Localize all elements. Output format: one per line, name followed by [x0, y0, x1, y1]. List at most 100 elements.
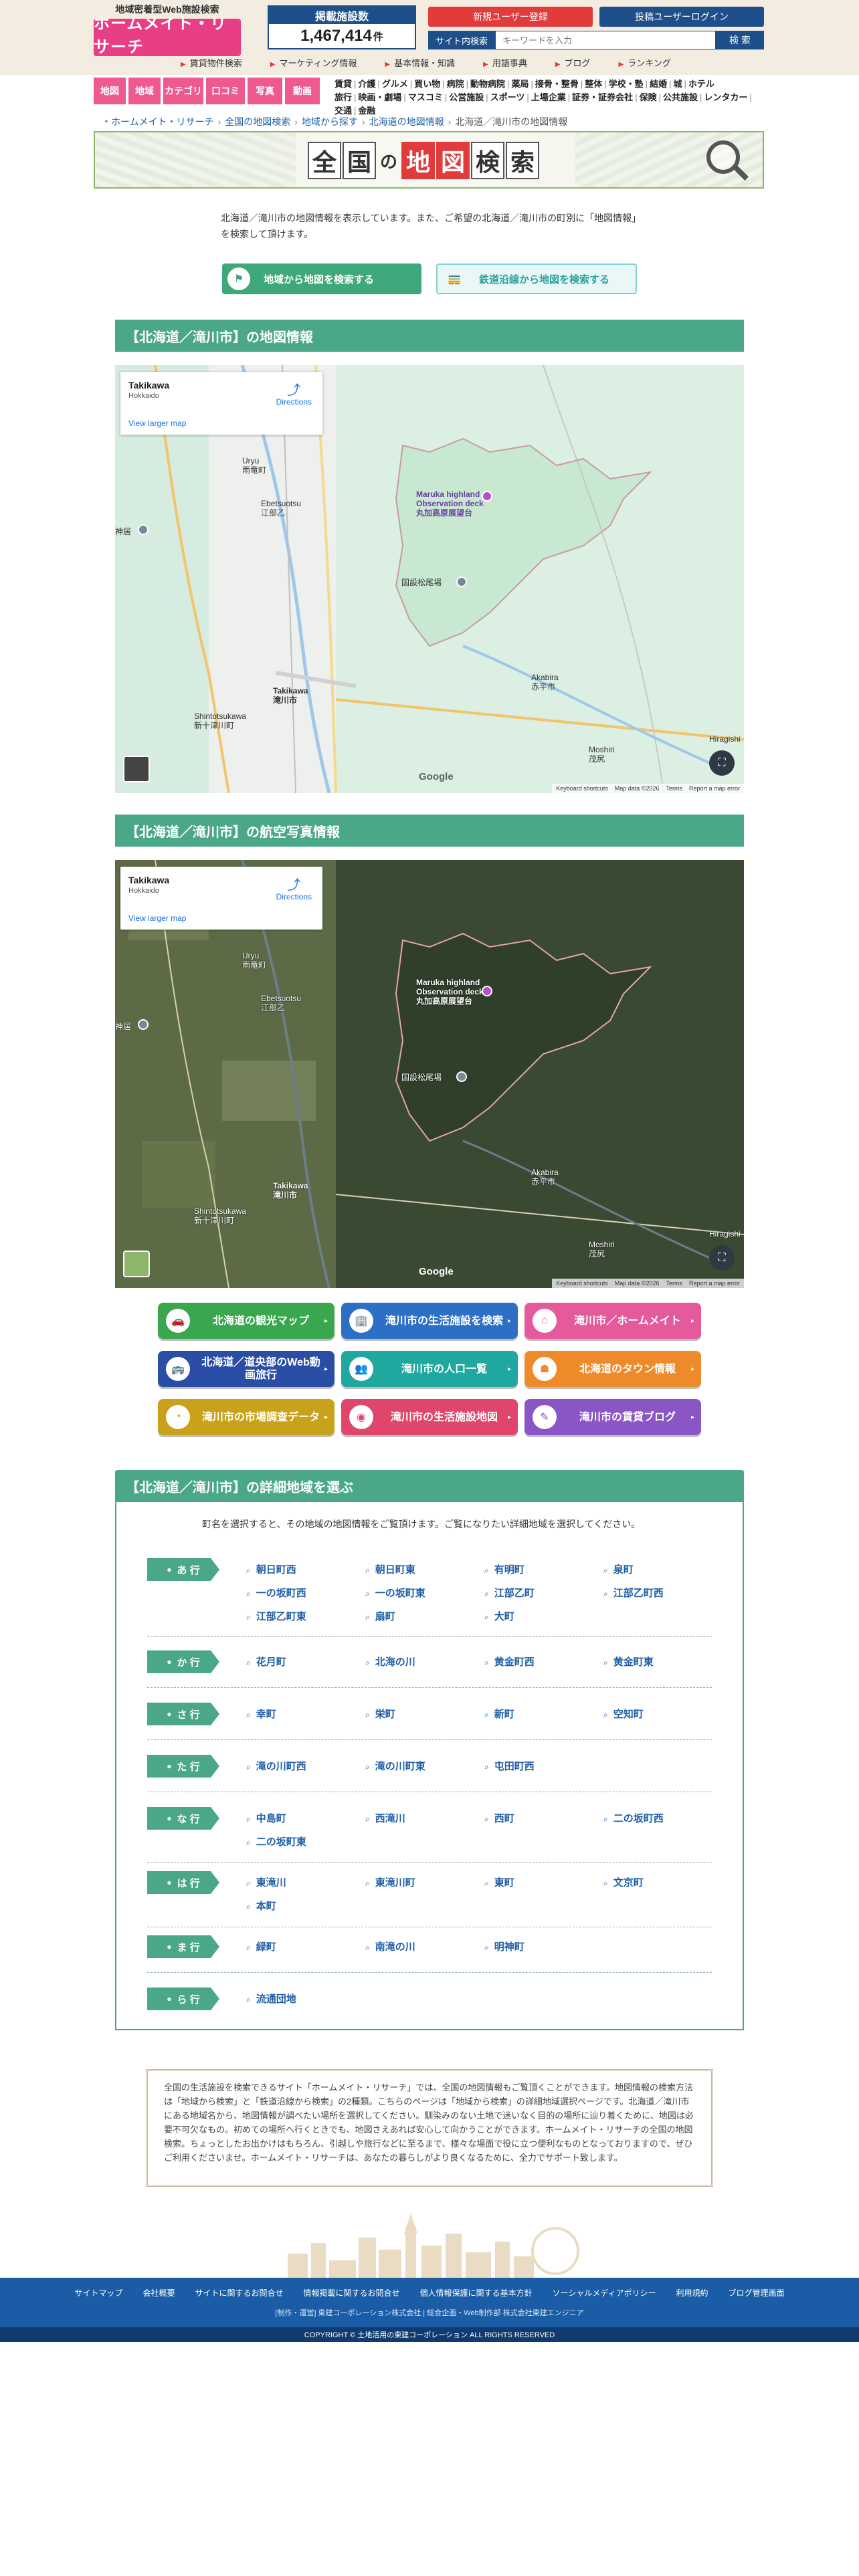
district-link[interactable]: ⌕ 南滝の川 [365, 1939, 484, 1953]
footer-link-sitemap[interactable]: サイトマップ [74, 2287, 122, 2298]
category-link[interactable]: 整体 [585, 78, 602, 91]
district-link[interactable]: ⌕ 朝日町東 [365, 1562, 484, 1576]
category-link[interactable]: 介護 [358, 78, 375, 91]
tab-videos[interactable]: 動画 [285, 78, 320, 104]
feature-rental-blog-button[interactable]: ✎ 滝川市の賃貸ブログ ▸ [524, 1399, 701, 1435]
district-link[interactable]: ⌕ 花月町 [246, 1654, 365, 1669]
tab-photos[interactable]: 写真 [248, 78, 282, 104]
tab-category[interactable]: カテゴリ [163, 78, 203, 104]
breadcrumb-map-search[interactable]: 全国の地図検索 [225, 116, 290, 127]
category-link[interactable]: 城 [673, 78, 682, 91]
place-pin-icon[interactable] [138, 1019, 149, 1030]
fullscreen-button[interactable]: ⛶ [709, 750, 735, 776]
district-link[interactable]: ⌕ 緑町 [246, 1939, 365, 1953]
login-button[interactable]: 投稿ユーザーログイン [599, 7, 764, 27]
category-link[interactable]: 賃貸 [335, 78, 352, 91]
footer-link-listing-contact[interactable]: 情報掲載に関するお問合せ [304, 2287, 400, 2298]
category-link[interactable]: 上場企業 [531, 91, 566, 104]
search-button[interactable]: 検 索 [716, 31, 764, 49]
subnav-blog[interactable]: ▶ ブログ [555, 56, 591, 69]
place-pin-icon[interactable] [138, 524, 149, 535]
category-link[interactable]: 旅行 [335, 91, 352, 104]
subnav-marketing[interactable]: ▶ マーケティング情報 [270, 56, 357, 69]
category-link[interactable]: 公営施設 [449, 91, 484, 104]
district-link[interactable]: ⌕ 東滝川町 [365, 1875, 484, 1889]
district-link[interactable]: ⌕ 空知町 [603, 1707, 723, 1721]
district-link[interactable]: ⌕ 大町 [484, 1609, 603, 1623]
feature-homemate-button[interactable]: ⌂ 滝川市／ホームメイト ▸ [524, 1303, 701, 1339]
search-by-region-button[interactable]: ⚑ 地域から地図を検索する [222, 263, 421, 294]
feature-market-data-button[interactable]: ◔ 滝川市の市場調査データ ▸ [158, 1399, 335, 1435]
category-link[interactable]: ホテル [688, 78, 714, 91]
road-map[interactable]: Uryu 雨竜町 Ebetsuotsu 江部乙 Maruka highland Obs… [115, 365, 744, 793]
district-link[interactable]: ⌕ 滝の川町東 [365, 1759, 484, 1773]
district-link[interactable]: ⌕ 西町 [484, 1811, 603, 1825]
category-link[interactable]: レンタカー [704, 91, 747, 104]
district-link[interactable]: ⌕ 屯田町西 [484, 1759, 603, 1773]
breadcrumb-by-region[interactable]: 地域から探す [302, 116, 358, 127]
report-error-link[interactable]: Report a map error [689, 1280, 740, 1287]
footer-link-privacy[interactable]: 個人情報保護に関する基本方針 [420, 2287, 533, 2298]
satellite-toggle-button[interactable] [123, 756, 150, 782]
district-link[interactable]: ⌕ 東滝川 [246, 1875, 365, 1889]
category-link[interactable]: 学校・塾 [609, 78, 644, 91]
district-link[interactable]: ⌕ 江部乙町西 [603, 1586, 723, 1600]
category-link[interactable]: 結婚 [650, 78, 667, 91]
breadcrumb-hokkaido[interactable]: 北海道の地図情報 [369, 116, 444, 127]
district-link[interactable]: ⌕ 一の坂町東 [365, 1586, 484, 1600]
district-link[interactable]: ⌕ 新町 [484, 1707, 603, 1721]
footer-link-contact[interactable]: サイトに関するお問合せ [195, 2287, 284, 2298]
subnav-basics[interactable]: ▶ 基本情報・知識 [385, 56, 455, 69]
search-input[interactable] [495, 31, 716, 49]
feature-population-button[interactable]: 👥 滝川市の人口一覧 ▸ [341, 1351, 518, 1387]
district-link[interactable]: ⌕ 文京町 [603, 1875, 723, 1889]
tab-reviews[interactable]: 口コミ [206, 78, 245, 104]
category-link[interactable]: グルメ [382, 78, 408, 91]
category-link[interactable]: 動物病院 [470, 78, 505, 91]
district-link[interactable]: ⌕ 北海の川 [365, 1654, 484, 1669]
fullscreen-button[interactable]: ⛶ [709, 1245, 735, 1271]
tab-region[interactable]: 地域 [128, 78, 161, 104]
register-button[interactable]: 新規ユーザー登録 [428, 7, 593, 27]
subnav-rental[interactable]: ▶ 賃貸物件検索 [181, 56, 242, 69]
footer-link-blog-admin[interactable]: ブログ管理画面 [729, 2287, 785, 2298]
category-link[interactable]: 病院 [447, 78, 464, 91]
footer-link-terms[interactable]: 利用規約 [676, 2287, 708, 2298]
district-link[interactable]: ⌕ 黄金町東 [603, 1654, 723, 1669]
category-link[interactable]: 公共施設 [663, 91, 698, 104]
observation-deck-pin-icon[interactable] [482, 491, 492, 502]
district-link[interactable]: ⌕ 泉町 [603, 1562, 723, 1576]
district-link[interactable]: ⌕ 二の坂町東 [246, 1834, 365, 1848]
district-link[interactable]: ⌕ 流通団地 [246, 1992, 365, 2006]
district-link[interactable]: ⌕ 有明町 [484, 1562, 603, 1576]
category-link[interactable]: 買い物 [414, 78, 440, 91]
district-link[interactable]: ⌕ 東町 [484, 1875, 603, 1889]
district-link[interactable]: ⌕ 栄町 [365, 1707, 484, 1721]
feature-video-travel-button[interactable]: 🚌 北海道／道央部のWeb動画旅行 ▸ [158, 1351, 335, 1387]
district-link[interactable]: ⌕ 本町 [246, 1899, 365, 1913]
category-link[interactable]: 薬局 [511, 78, 529, 91]
terms-link[interactable]: Terms [666, 785, 682, 792]
view-larger-map-link[interactable]: View larger map [128, 419, 186, 428]
category-link[interactable]: 証券・証券会社 [572, 91, 633, 104]
district-link[interactable]: ⌕ 江部乙町 [484, 1586, 603, 1600]
directions-button[interactable]: ⤴ Directions [276, 879, 312, 901]
feature-town-info-button[interactable]: ☗ 北海道のタウン情報 ▸ [524, 1351, 701, 1387]
keyboard-shortcuts-link[interactable]: Keyboard shortcuts [556, 785, 608, 792]
district-link[interactable]: ⌕ 明神町 [484, 1939, 603, 1953]
observation-deck-pin-icon[interactable] [482, 986, 492, 996]
district-link[interactable]: ⌕ 滝の川町西 [246, 1759, 365, 1773]
category-link[interactable]: マスコミ [408, 91, 443, 104]
feature-tourism-map-button[interactable]: 🚗 北海道の観光マップ ▸ [158, 1303, 335, 1339]
view-larger-map-link[interactable]: View larger map [128, 914, 186, 923]
tab-map[interactable]: 地図 [94, 78, 126, 104]
keyboard-shortcuts-link[interactable]: Keyboard shortcuts [556, 1280, 608, 1287]
district-link[interactable]: ⌕ 江部乙町東 [246, 1609, 365, 1623]
district-link[interactable]: ⌕ 一の坂町西 [246, 1586, 365, 1600]
feature-facility-search-button[interactable]: 🏢 滝川市の生活施設を検索 ▸ [341, 1303, 518, 1339]
map-type-toggle-button[interactable] [123, 1251, 150, 1277]
district-link[interactable]: ⌕ 西滝川 [365, 1811, 484, 1825]
district-link[interactable]: ⌕ 扇町 [365, 1609, 484, 1623]
district-link[interactable]: ⌕ 二の坂町西 [603, 1811, 723, 1825]
category-link[interactable]: 映画・劇場 [358, 91, 401, 104]
